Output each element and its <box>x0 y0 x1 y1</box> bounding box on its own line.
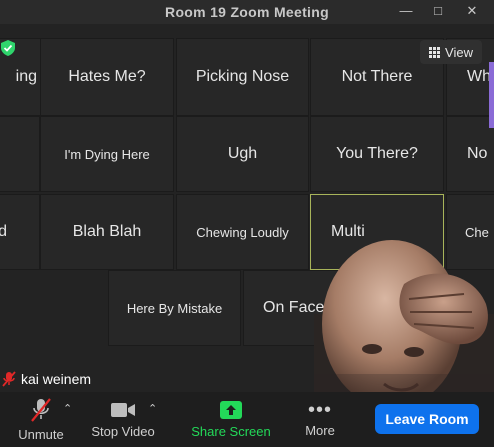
unmute-label: Unmute <box>18 427 64 442</box>
participant-name: Ugh <box>227 145 258 162</box>
share-screen-label: Share Screen <box>191 424 271 439</box>
muted-mic-icon <box>31 398 51 422</box>
share-screen-button[interactable]: Share Screen <box>188 392 274 447</box>
participant-name: Wh <box>467 68 491 85</box>
participant-name: No <box>467 145 488 162</box>
meeting-toolbar: Unmute ⌃ Stop Video ⌃ Share Screen ••• M… <box>0 392 494 447</box>
more-button[interactable]: ••• More <box>296 392 344 447</box>
video-options-caret-icon[interactable]: ⌃ <box>148 402 157 415</box>
self-name: kai weinem <box>21 371 92 387</box>
participant-tile[interactable]: d <box>0 194 40 270</box>
participant-name: I'm Dying Here <box>64 146 150 162</box>
self-name-label: kai weinem <box>0 368 91 390</box>
participant-tile[interactable] <box>0 116 40 192</box>
participant-tile[interactable]: You There? <box>310 116 444 192</box>
video-camera-icon <box>111 403 135 417</box>
participant-tile[interactable]: Ugh <box>176 116 309 192</box>
participant-name: Blah Blah <box>72 223 142 240</box>
maximize-icon[interactable]: □ <box>422 0 454 24</box>
participant-name: d <box>0 223 7 241</box>
participant-name: Chewing Loudly <box>196 224 289 240</box>
participant-name: Picking Nose <box>195 68 290 85</box>
leave-room-button[interactable]: Leave Room <box>375 404 479 434</box>
participant-name: Here By Mistake <box>126 300 223 316</box>
participant-tile[interactable]: Blah Blah <box>40 194 174 270</box>
stop-video-button[interactable]: Stop Video <box>86 392 160 447</box>
participant-name: You There? <box>336 145 418 162</box>
muted-mic-icon <box>2 371 16 387</box>
self-video-feed <box>314 240 494 392</box>
side-panel-edge <box>489 62 494 128</box>
participant-name: Hates Me? <box>68 68 146 85</box>
participant-tile[interactable]: Hates Me? <box>40 38 174 116</box>
share-screen-icon <box>220 401 242 419</box>
stop-video-label: Stop Video <box>91 424 155 439</box>
unmute-button[interactable]: Unmute <box>10 392 72 447</box>
grid-icon <box>429 46 441 58</box>
close-icon[interactable]: ✕ <box>456 0 488 24</box>
participant-tile[interactable]: Chewing Loudly <box>176 194 309 270</box>
participant-tile[interactable]: Picking Nose <box>176 38 309 116</box>
more-label: More <box>305 423 335 438</box>
window-title-bar: Room 19 Zoom Meeting — □ ✕ <box>0 0 494 24</box>
participant-tile[interactable]: I'm Dying Here <box>40 116 174 192</box>
view-button[interactable]: View <box>420 40 482 64</box>
video-gallery: ing Hates Me? Picking Nose Not There Wh … <box>0 24 494 392</box>
participant-name: Not There <box>341 68 413 85</box>
security-shield-icon[interactable] <box>0 40 16 56</box>
participant-name: ing <box>15 68 37 85</box>
leave-room-label: Leave Room <box>385 411 469 427</box>
minimize-icon[interactable]: — <box>390 0 422 24</box>
view-label: View <box>445 44 473 60</box>
audio-options-caret-icon[interactable]: ⌃ <box>63 402 72 415</box>
more-dots-icon: ••• <box>307 399 332 421</box>
participant-tile[interactable]: Here By Mistake <box>108 270 241 346</box>
participant-tile[interactable]: No <box>446 116 494 192</box>
